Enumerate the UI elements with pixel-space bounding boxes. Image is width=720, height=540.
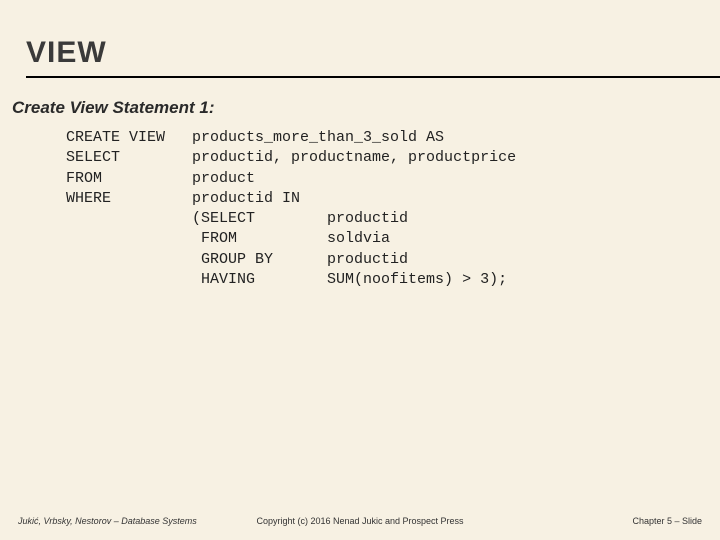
subtitle: Create View Statement 1: [12, 98, 694, 118]
slide: VIEW Create View Statement 1: CREATE VIE… [0, 0, 720, 540]
content-region: Create View Statement 1: CREATE VIEW pro… [0, 78, 720, 290]
title-region: VIEW [0, 0, 720, 72]
footer-center: Copyright (c) 2016 Nenad Jukic and Prosp… [256, 516, 463, 526]
footer-right: Chapter 5 – Slide [632, 516, 702, 526]
sql-code-block: CREATE VIEW products_more_than_3_sold AS… [12, 128, 694, 290]
footer-left: Jukić, Vrbsky, Nestorov – Database Syste… [18, 516, 197, 526]
slide-title: VIEW [26, 36, 694, 70]
footer: Jukić, Vrbsky, Nestorov – Database Syste… [0, 516, 720, 526]
